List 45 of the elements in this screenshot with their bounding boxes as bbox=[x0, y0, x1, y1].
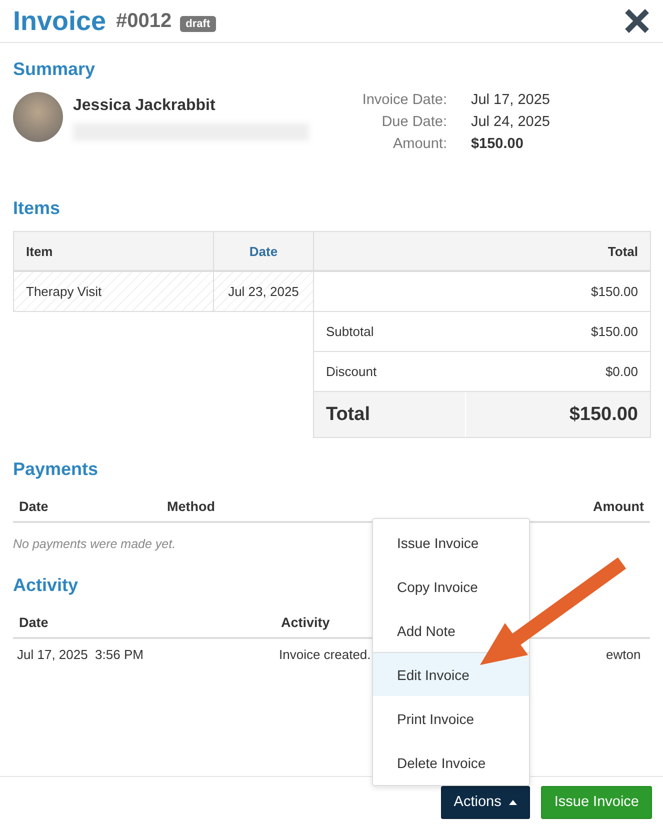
issue-invoice-button[interactable]: Issue Invoice bbox=[541, 786, 652, 818]
section-heading: Items bbox=[13, 198, 60, 219]
table-cell: Therapy Visit bbox=[13, 271, 214, 312]
invoice-number: #0012 bbox=[116, 10, 172, 32]
total-value: $150.00 bbox=[568, 402, 639, 426]
actions-dropdown-button[interactable]: Actions bbox=[440, 786, 530, 818]
total-label: Subtotal bbox=[325, 323, 375, 341]
total-label: Discount bbox=[325, 363, 378, 381]
table-cell-text: Jul 17, 2025 3:56 PM bbox=[17, 647, 144, 662]
menu-item[interactable]: Print Invoice bbox=[373, 696, 529, 740]
column-header: Date bbox=[19, 499, 50, 514]
empty-message: No payments were made yet. bbox=[13, 537, 176, 551]
column-header: Date bbox=[19, 615, 50, 630]
section-heading: Activity bbox=[13, 575, 78, 596]
menu-item[interactable]: Copy Invoice bbox=[373, 564, 529, 608]
table-cell-text: ewton bbox=[605, 647, 642, 662]
caret-icon bbox=[509, 800, 518, 804]
detail-label: Due Date: bbox=[380, 114, 447, 130]
total-value: $0.00 bbox=[604, 363, 639, 381]
total-label: Total bbox=[314, 392, 466, 437]
column-header: Total bbox=[313, 231, 651, 272]
menu-item[interactable]: Delete Invoice bbox=[373, 740, 529, 784]
close-button[interactable] bbox=[624, 8, 650, 34]
detail-value: Jul 17, 2025 bbox=[470, 92, 550, 108]
customer-name: Jessica Jackrabbit bbox=[73, 97, 216, 115]
close-icon bbox=[624, 8, 650, 34]
detail-label: Amount: bbox=[392, 136, 447, 152]
detail-value: Jul 24, 2025 bbox=[470, 114, 550, 130]
invoice-title: Invoice bbox=[13, 6, 106, 36]
status-badge: draft bbox=[180, 16, 216, 32]
column-header: Method bbox=[167, 499, 216, 514]
menu-item[interactable]: Issue Invoice bbox=[373, 520, 529, 564]
column-header: Amount bbox=[592, 499, 644, 514]
column-header[interactable]: Date bbox=[213, 231, 314, 272]
section-heading: Summary bbox=[13, 59, 96, 80]
table-cell-text: Invoice created. bbox=[279, 647, 372, 662]
detail-value: $150.00 bbox=[470, 136, 524, 152]
detail-label: Invoice Date: bbox=[362, 92, 447, 108]
menu-item[interactable]: Edit Invoice bbox=[373, 652, 529, 696]
avatar-placeholder bbox=[13, 92, 63, 142]
total-value: $150.00 bbox=[590, 323, 639, 341]
column-header: Activity bbox=[281, 615, 331, 630]
table-cell: Jul 23, 2025 bbox=[213, 271, 314, 312]
section-heading: Payments bbox=[13, 459, 98, 480]
column-header: Item bbox=[13, 231, 214, 272]
